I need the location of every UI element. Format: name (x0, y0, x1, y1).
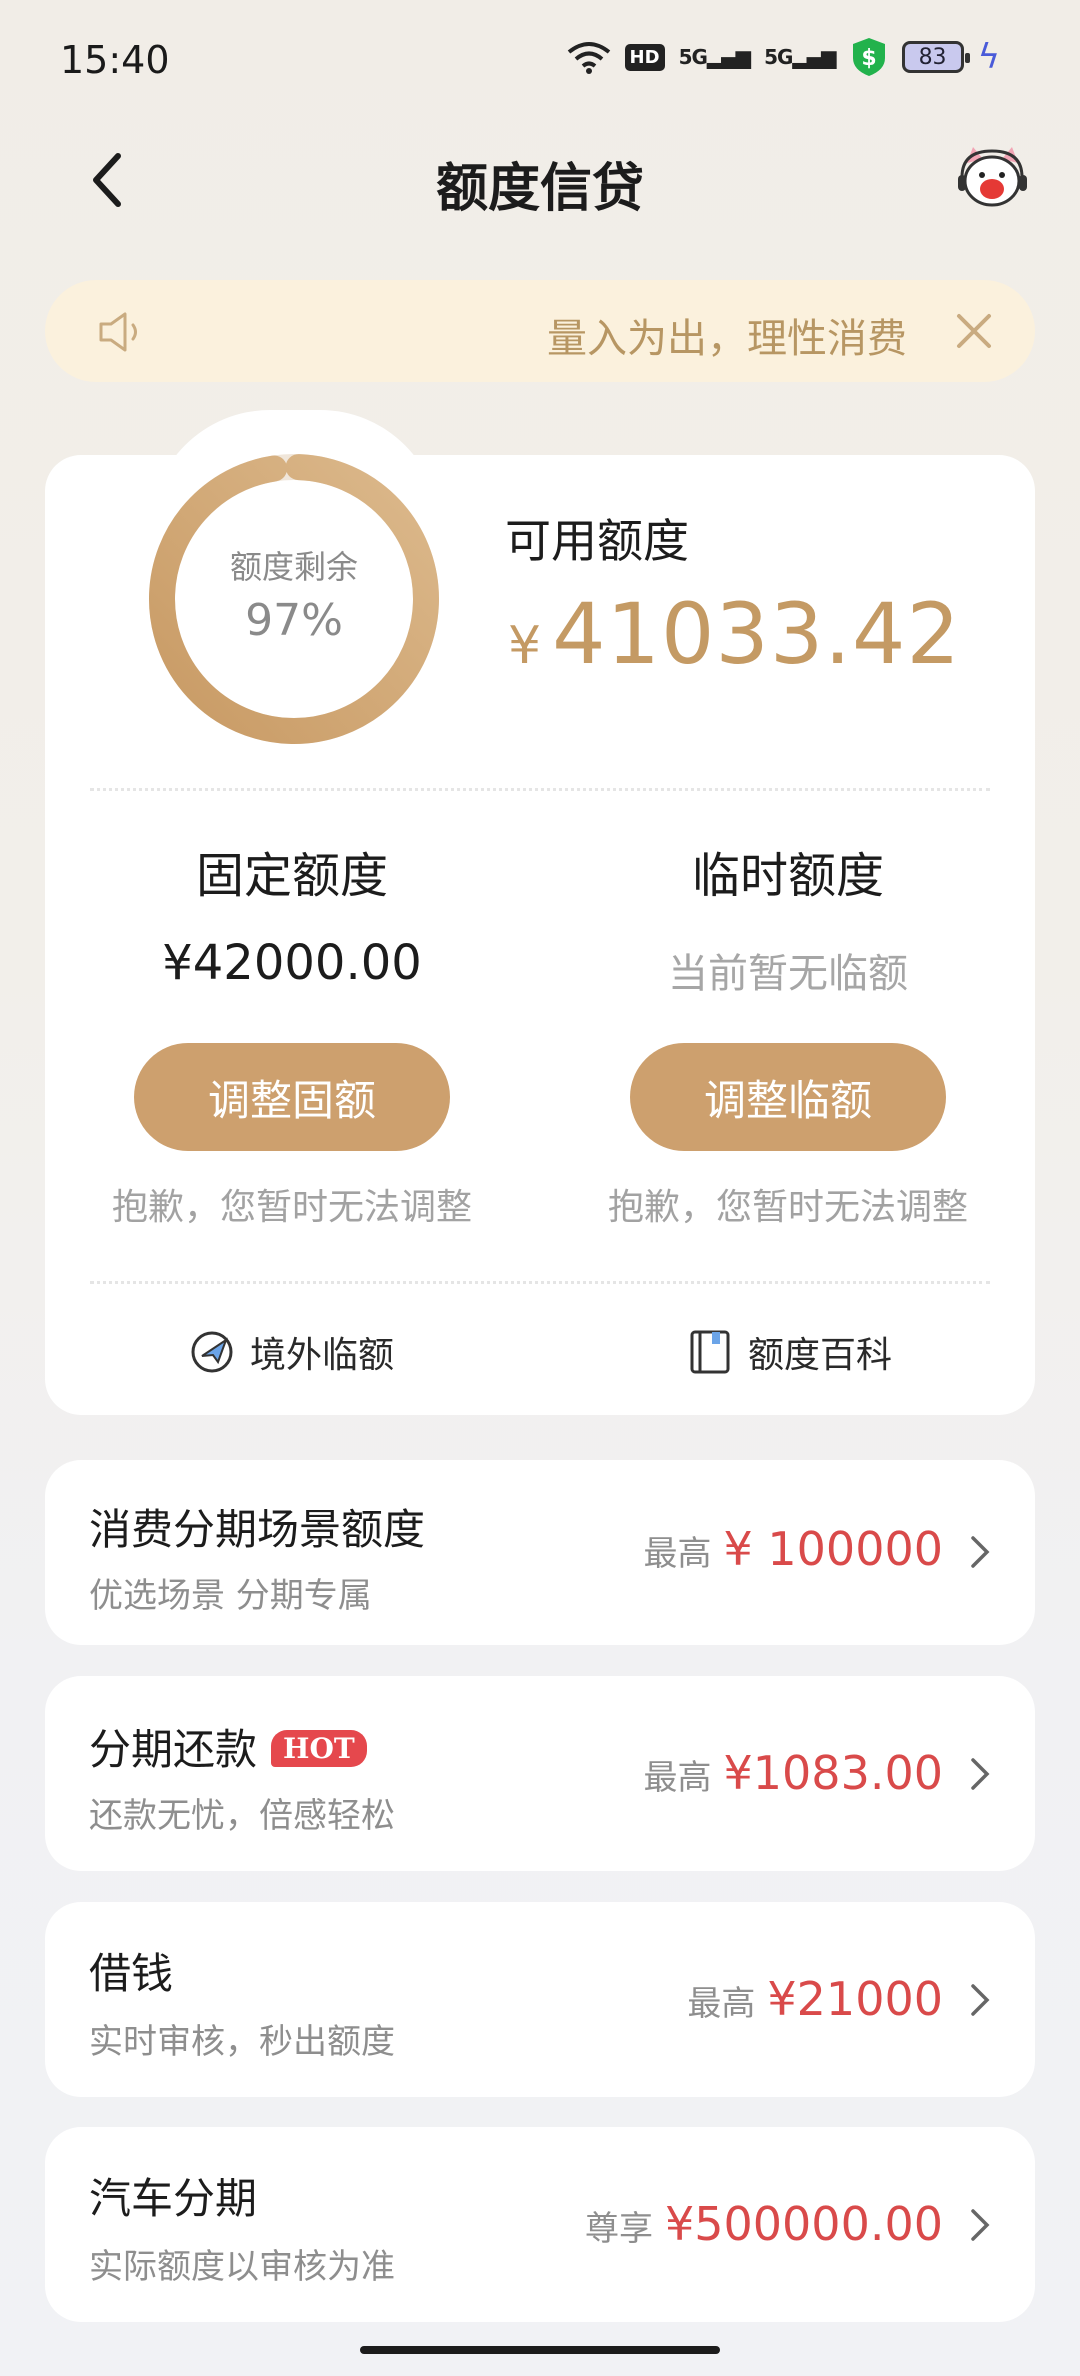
overseas-link-label: 境外临额 (250, 1335, 395, 1376)
signal-5g-icon: 5G▂▄▆ (678, 45, 751, 69)
status-time: 15:40 (60, 38, 170, 82)
page-title: 额度信贷 (435, 159, 644, 219)
available-amount: ¥41033.42 (508, 585, 961, 683)
svg-text:$: $ (861, 46, 876, 71)
fixed-quota-value: ¥42000.00 (162, 935, 422, 991)
signal-label: 5G (678, 45, 708, 69)
list-item-installment-scene[interactable]: 消费分期场景额度 优选场景 分期专属 最高 ¥ 100000 (45, 1460, 1035, 1645)
notice-text: 量入为出，理性消费 (547, 316, 907, 362)
temporary-quota-title: 临时额度 (691, 848, 884, 904)
list-item-installment-repayment[interactable]: 分期还款 HOT 还款无忧，倍感轻松 最高 ¥1083.00 (45, 1676, 1035, 1871)
item-amount-group: 最高 ¥1083.00 (644, 1746, 944, 1800)
overseas-temp-quota-link[interactable]: 境外临额 (188, 1326, 394, 1378)
chevron-right-icon (971, 1536, 990, 1568)
item-prefix: 最高 (643, 1534, 712, 1574)
home-indicator[interactable] (360, 2346, 720, 2354)
chevron-right-icon (971, 1758, 990, 1790)
status-icons: HD 5G▂▄▆ 5G▂▄▆ $ 83 ϟ (567, 36, 1000, 78)
fixed-quota-title: 固定额度 (195, 848, 388, 904)
item-amount: ¥ 100000 (723, 1522, 944, 1576)
temporary-adjust-note: 抱歉，您暂时无法调整 (607, 1187, 968, 1228)
item-amount: ¥1083.00 (723, 1746, 944, 1800)
item-prefix: 尊享 (584, 2209, 653, 2249)
available-label: 可用额度 (505, 514, 689, 568)
adjust-temporary-button[interactable]: 调整临额 (630, 1043, 946, 1151)
security-shield-icon: $ (852, 38, 885, 76)
item-title: 消费分期场景额度 (89, 1505, 426, 1554)
signal-label-2: 5G (764, 45, 793, 69)
signal-5g-icon-2: 5G▂▄▆ (764, 45, 836, 69)
item-amount-group: 尊享 ¥500000.00 (585, 2197, 943, 2251)
notice-banner: 量入为出，理性消费 (45, 280, 1035, 382)
charging-icon: ϟ (977, 37, 1000, 77)
chevron-right-icon (971, 2209, 990, 2241)
wifi-icon (567, 42, 610, 74)
chevron-right-icon (971, 1984, 990, 2016)
currency-symbol: ¥ (508, 616, 543, 676)
item-subtitle: 实际额度以审核为准 (89, 2247, 395, 2287)
item-title: 借钱 (89, 1949, 174, 1998)
divider (90, 788, 990, 791)
item-title-row: 分期还款 HOT (89, 1716, 367, 1777)
speaker-icon (99, 312, 137, 352)
list-item-auto-installment[interactable]: 汽车分期 实际额度以审核为准 尊享 ¥500000.00 (45, 2127, 1035, 2322)
list-item-borrow[interactable]: 借钱 实时审核，秒出额度 最高 ¥21000 (45, 1902, 1035, 2097)
item-prefix: 最高 (687, 1984, 756, 2024)
hd-icon: HD (624, 43, 665, 71)
item-amount-group: 最高 ¥ 100000 (644, 1522, 944, 1576)
hot-badge: HOT (271, 1730, 367, 1767)
temporary-quota-value: 当前暂无临额 (668, 951, 908, 997)
book-icon (690, 1330, 730, 1374)
plane-globe-icon (191, 1331, 233, 1373)
item-title: 分期还款 (89, 1725, 258, 1774)
customer-service-mascot-icon[interactable] (955, 145, 1030, 215)
battery-icon: 83 (901, 41, 970, 73)
item-amount: ¥500000.00 (664, 2197, 943, 2251)
divider-2 (90, 1281, 990, 1284)
item-subtitle: 实时审核，秒出额度 (89, 2022, 395, 2062)
item-amount: ¥21000 (767, 1972, 943, 2026)
item-prefix: 最高 (643, 1758, 712, 1798)
adjust-fixed-button[interactable]: 调整固额 (134, 1043, 450, 1151)
wiki-link-label: 额度百科 (748, 1335, 893, 1376)
item-subtitle: 还款无忧，倍感轻松 (89, 1796, 395, 1836)
item-title: 汽车分期 (89, 2174, 258, 2223)
quota-wiki-link[interactable]: 额度百科 (686, 1326, 892, 1378)
close-icon[interactable] (953, 310, 995, 352)
available-amount-value: 41033.42 (552, 585, 961, 683)
fixed-adjust-note: 抱歉，您暂时无法调整 (111, 1187, 472, 1228)
item-amount-group: 最高 ¥21000 (687, 1972, 943, 2026)
item-subtitle: 优选场景 分期专属 (89, 1576, 372, 1616)
remaining-label: 额度剩余 (229, 548, 358, 586)
remaining-percent: 97% (245, 595, 343, 646)
battery-level: 83 (918, 44, 947, 70)
